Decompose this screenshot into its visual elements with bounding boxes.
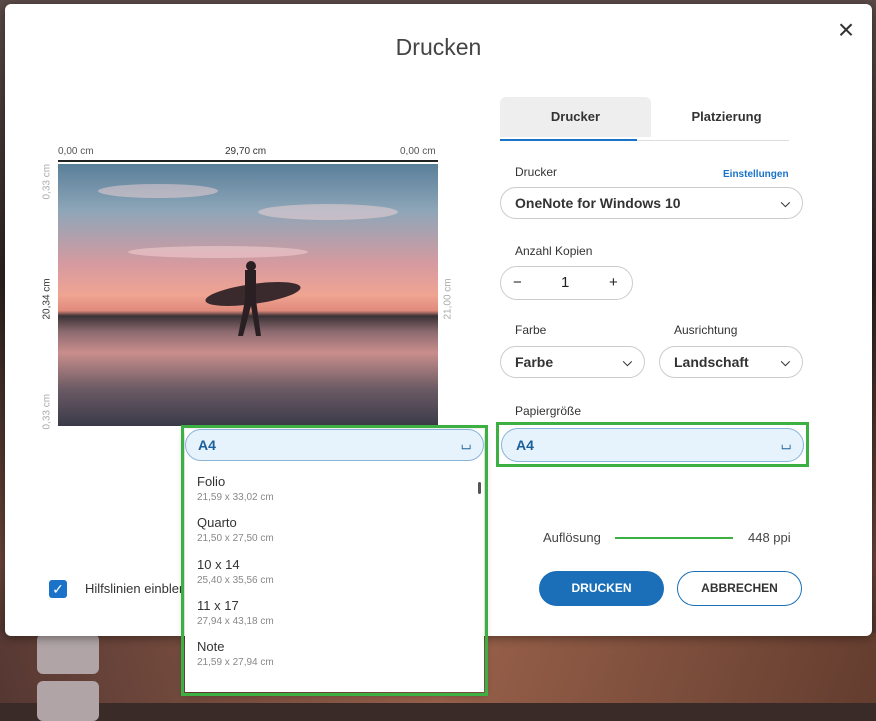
cloud [98,184,218,198]
preview-image [58,164,438,426]
resolution-value: 448 ppi [748,530,791,545]
ruler-right: 21,00 cm [442,278,454,320]
tab-placement[interactable]: Platzierung [651,97,802,137]
paper-label: Papiergröße [515,404,582,418]
color-select[interactable]: Farbe ⌵ [500,346,645,378]
printer-select[interactable]: OneNote for Windows 10 ⌵ [500,187,803,219]
chevron-down-icon: ⌵ [780,196,790,210]
tab-divider [637,140,789,141]
ruler-top-left: 0,00 cm [58,146,94,157]
print-button[interactable]: DRUCKEN [539,571,664,606]
decrement-button[interactable]: − [513,267,522,299]
dropdown-highlight [181,425,488,696]
surfer-silhouette [205,261,301,336]
orientation-select[interactable]: Landschaft ⌵ [659,346,803,378]
increment-button[interactable]: + [609,267,618,299]
chevron-down-icon: ⌵ [780,355,790,369]
settings-link[interactable]: Einstellungen [723,169,789,180]
copies-value[interactable]: 1 [561,267,569,299]
resolution-label: Auflösung [543,530,601,545]
cancel-button[interactable]: ABBRECHEN [677,571,802,606]
copies-label: Anzahl Kopien [515,244,593,258]
cloud [128,246,308,258]
guides-checkbox[interactable]: ✓ [49,580,67,598]
guides-label: Hilfslinien einbler [85,581,184,596]
cloud [258,204,398,220]
tab-printer[interactable]: Drucker [500,97,651,137]
printer-label: Drucker [515,165,558,179]
ruler-left-top: 0,33 cm [41,163,53,200]
paper-select-highlight [496,422,809,467]
ruler-left-center: 20,34 cm [41,278,53,320]
color-label: Farbe [515,323,547,337]
background-thumbnail [37,634,99,674]
printer-value: OneNote for Windows 10 [515,195,681,211]
copies-stepper: − 1 + [500,266,633,300]
ruler-left-bottom: 0,33 cm [41,393,53,430]
resolution-line [615,537,733,539]
ruler-top-right: 0,00 cm [400,146,436,157]
dialog-title: Drucken [395,34,482,60]
ruler-top-center: 29,70 cm [225,146,267,157]
color-value: Farbe [515,354,554,370]
orientation-label: Ausrichtung [674,323,738,337]
tab-active-underline [500,139,637,141]
background-thumbnail [37,681,99,721]
chevron-down-icon: ⌵ [622,355,632,369]
ruler-top-line [58,160,438,162]
close-icon[interactable]: × [831,16,861,46]
orientation-value: Landschaft [674,354,749,370]
